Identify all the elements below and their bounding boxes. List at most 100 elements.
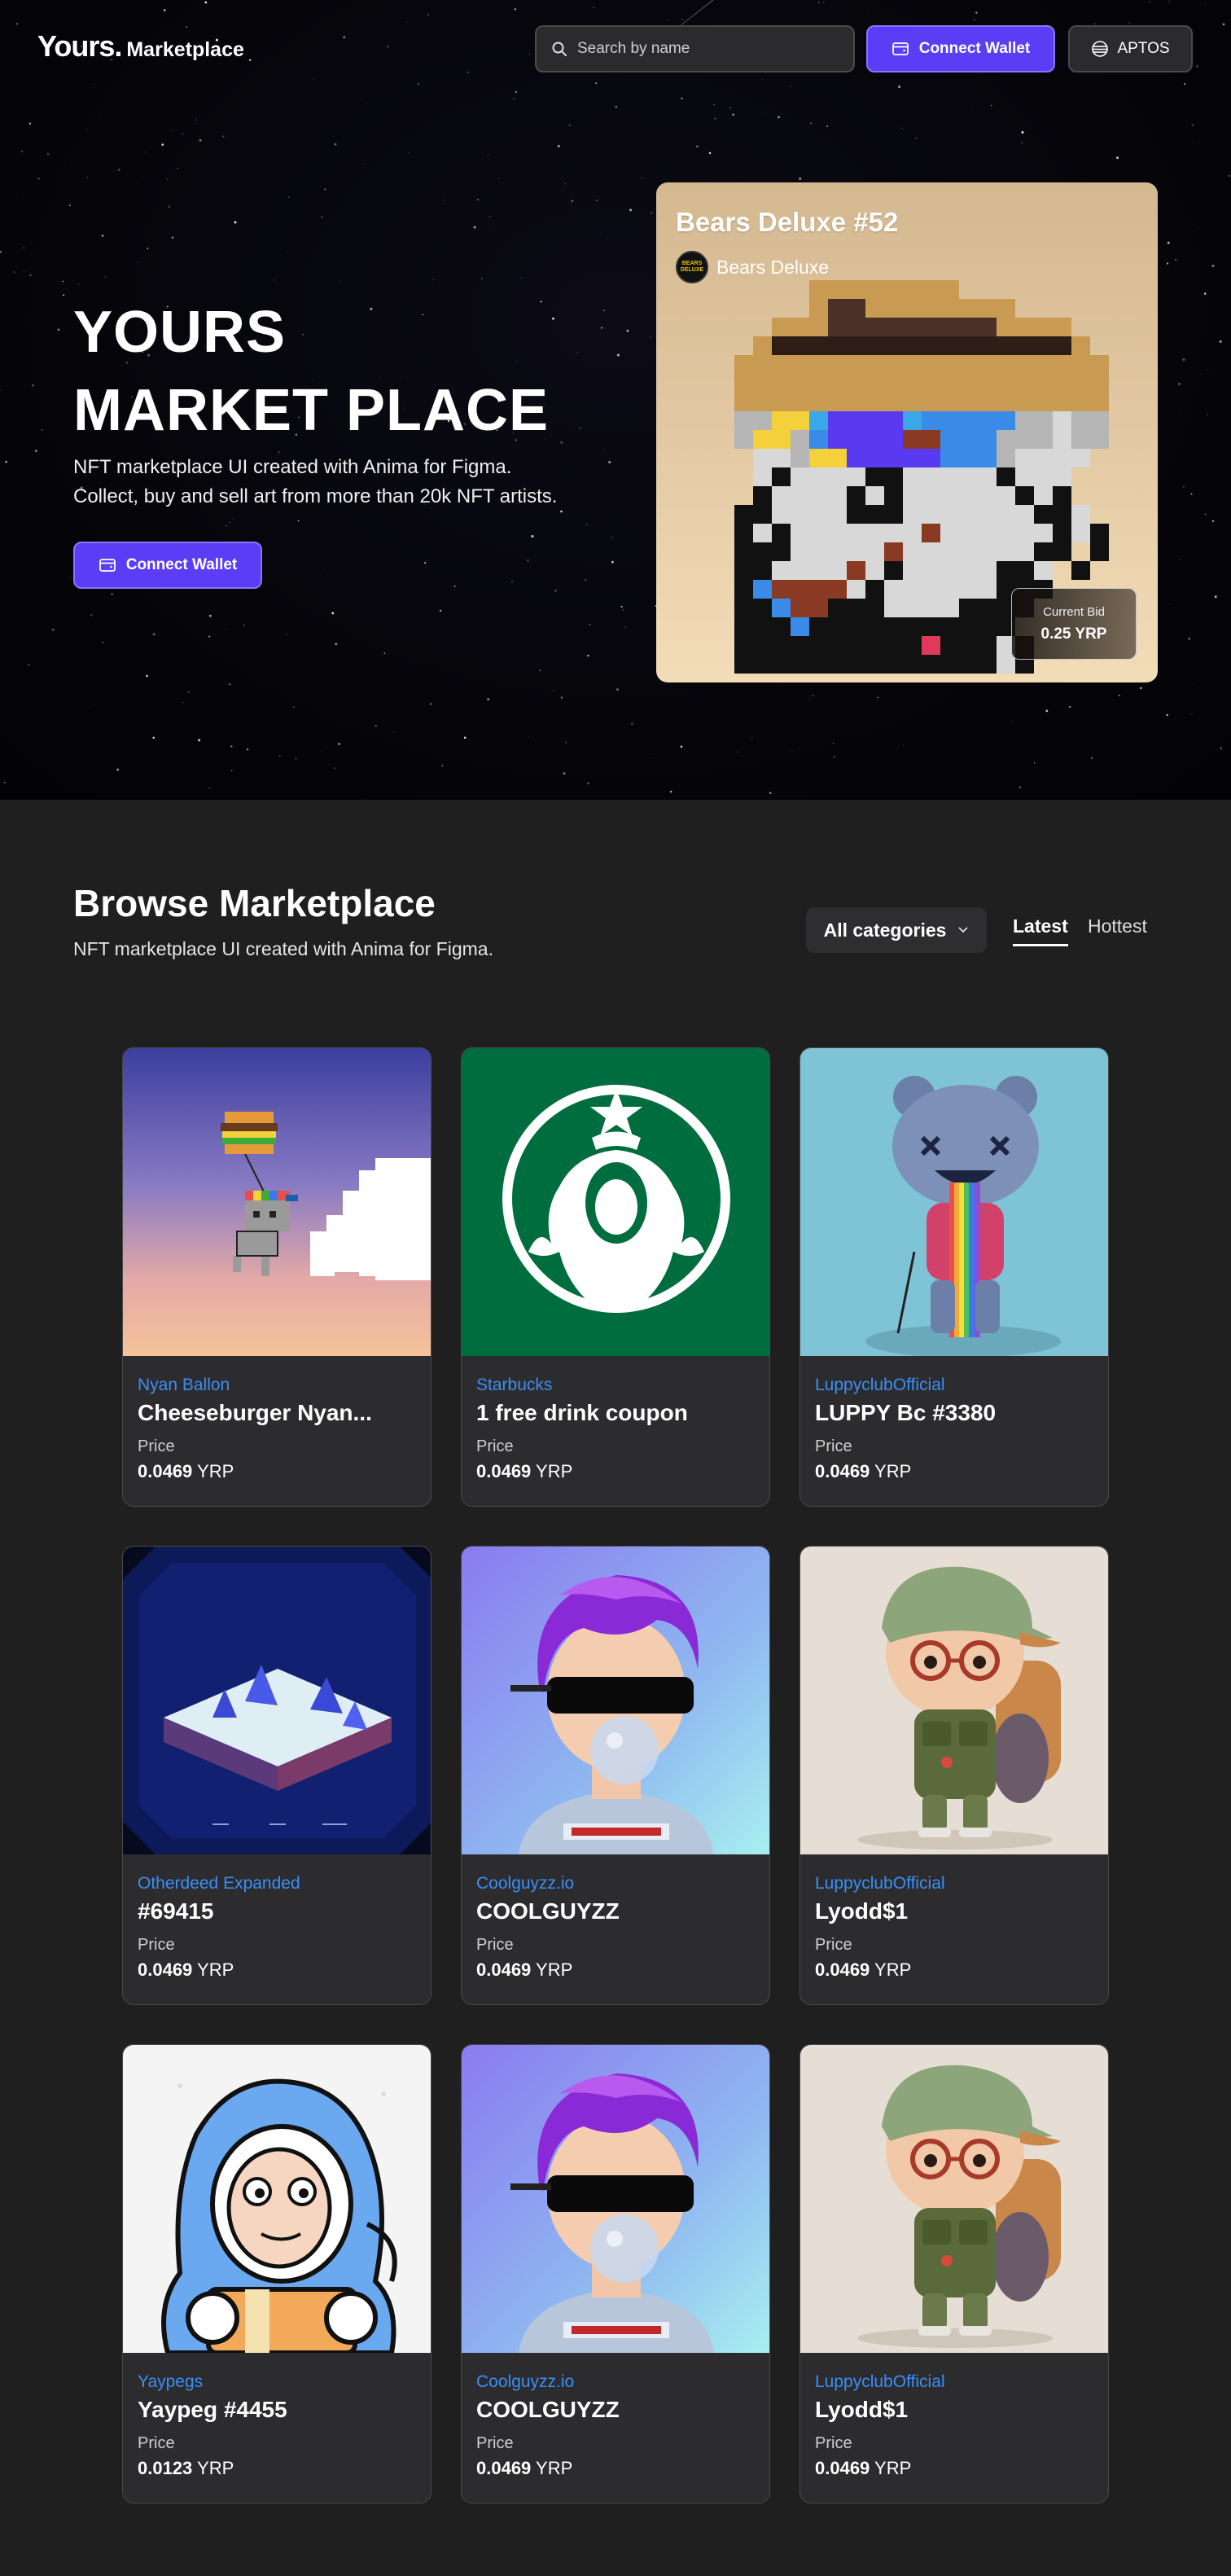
nft-price: 0.0469 YRP (815, 1461, 1093, 1482)
nft-price-label: Price (476, 1437, 514, 1455)
nft-collection-link[interactable]: Starbucks (476, 1376, 755, 1395)
nft-card[interactable]: Starbucks 1 free drink coupon Price 0.04… (461, 1047, 770, 1507)
nft-price-currency: YRP (197, 2458, 234, 2478)
current-bid-value: 0.25 YRP (1040, 625, 1107, 643)
wallet-icon (99, 559, 116, 572)
featured-nft-card[interactable]: Bears Deluxe #52 BEARS DELUXE Bears Delu… (656, 182, 1158, 682)
nft-info: LuppyclubOfficial Lyodd$1 Price 0.0469 Y… (800, 1854, 1108, 1981)
nft-price-value: 0.0469 (815, 1461, 870, 1481)
nft-price-label: Price (476, 2434, 514, 2452)
nft-price-value: 0.0469 (815, 2458, 870, 2478)
nft-price: 0.0469 YRP (815, 1959, 1093, 1981)
nft-image[interactable] (462, 2045, 769, 2353)
network-selector-button[interactable]: APTOS (1068, 25, 1193, 72)
nft-image[interactable] (123, 2045, 431, 2353)
hero-title-line-1: YOURS (73, 300, 287, 365)
nft-price-currency: YRP (874, 1461, 912, 1481)
nft-card[interactable]: LuppyclubOfficial LUPPY Bc #3380 Price 0… (799, 1047, 1109, 1507)
nft-grid: Nyan Ballon Cheeseburger Nyan... Price 0… (122, 1047, 1109, 2504)
nft-image[interactable] (123, 1048, 431, 1356)
nft-image[interactable] (462, 1547, 769, 1854)
search-input[interactable] (577, 40, 846, 58)
nft-price: 0.0123 YRP (138, 2458, 416, 2479)
nft-name: Lyodd$1 (815, 1898, 909, 1924)
nft-name: COOLGUYZZ (476, 2397, 620, 2422)
nft-collection-link[interactable]: LuppyclubOfficial (815, 2372, 1093, 2392)
nft-name: 1 free drink coupon (476, 1400, 688, 1425)
nft-card[interactable]: Nyan Ballon Cheeseburger Nyan... Price 0… (122, 1047, 432, 1507)
nft-image[interactable] (123, 1547, 431, 1854)
tab-latest[interactable]: Latest (1013, 915, 1068, 946)
logo-text: Marketplace (126, 38, 244, 61)
nft-price-value: 0.0469 (476, 1959, 532, 1980)
nft-collection-link[interactable]: LuppyclubOfficial (815, 1376, 1093, 1395)
nft-price: 0.0469 YRP (815, 2458, 1093, 2479)
nft-card[interactable]: LuppyclubOfficial Lyodd$1 Price 0.0469 Y… (799, 1546, 1109, 2005)
nft-name: LUPPY Bc #3380 (815, 1400, 997, 1425)
nft-info: Starbucks 1 free drink coupon Price 0.04… (462, 1356, 769, 1482)
nft-name: Lyodd$1 (815, 2397, 909, 2422)
connect-wallet-button[interactable]: Connect Wallet (866, 25, 1055, 72)
nft-price-value: 0.0469 (138, 1959, 193, 1980)
nft-price-currency: YRP (874, 1959, 912, 1980)
nft-price-currency: YRP (197, 1461, 234, 1481)
hero-subtitle-line-1: NFT marketplace UI created with Anima fo… (73, 456, 512, 478)
chevron-down-icon (958, 927, 969, 933)
nft-image[interactable] (462, 1048, 769, 1356)
owner-name: Bears Deluxe (716, 256, 830, 278)
nft-info: Otherdeed Expanded #69415 Price 0.0469 Y… (123, 1854, 431, 1981)
nft-price-currency: YRP (197, 1959, 234, 1980)
hero-section: Yours. Marketplace Connect Wallet APTOS … (0, 0, 1231, 800)
nft-collection-link[interactable]: Coolguyzz.io (476, 1874, 755, 1894)
nft-collection-link[interactable]: Otherdeed Expanded (138, 1874, 416, 1894)
nft-card[interactable]: Coolguyzz.io COOLGUYZZ Price 0.0469 YRP (461, 2044, 770, 2504)
nft-name: Yaypeg #4455 (138, 2397, 287, 2422)
nft-price: 0.0469 YRP (138, 1461, 416, 1482)
nft-price-value: 0.0469 (138, 1461, 193, 1481)
nft-price: 0.0469 YRP (138, 1959, 416, 1981)
search-bar[interactable] (535, 25, 855, 72)
nft-price-label: Price (815, 2434, 852, 2452)
featured-nft-owner[interactable]: BEARS DELUXE Bears Deluxe (676, 251, 829, 283)
nft-card[interactable]: Coolguyzz.io COOLGUYZZ Price 0.0469 YRP (461, 1546, 770, 2005)
logo[interactable]: Yours. Marketplace (37, 29, 244, 64)
nft-info: LuppyclubOfficial LUPPY Bc #3380 Price 0… (800, 1356, 1108, 1482)
tab-hottest[interactable]: Hottest (1088, 915, 1147, 937)
nft-price-currency: YRP (874, 2458, 912, 2478)
category-dropdown[interactable]: All categories (806, 907, 987, 953)
browse-title: Browse Marketplace (73, 882, 436, 924)
nft-collection-link[interactable]: Coolguyzz.io (476, 2372, 755, 2392)
nft-price-currency: YRP (536, 1461, 573, 1481)
nft-price-label: Price (138, 1437, 175, 1455)
nft-price-label: Price (815, 1437, 852, 1455)
nft-image[interactable] (800, 1547, 1108, 1854)
hero-connect-wallet-button[interactable]: Connect Wallet (73, 542, 262, 589)
network-label: APTOS (1117, 40, 1170, 57)
browse-section: Browse Marketplace NFT marketplace UI cr… (0, 800, 1231, 2576)
nft-collection-link[interactable]: Yaypegs (138, 2372, 416, 2392)
nft-price: 0.0469 YRP (476, 2458, 755, 2479)
current-bid-box: Current Bid 0.25 YRP (1011, 588, 1137, 660)
nft-card[interactable]: Otherdeed Expanded #69415 Price 0.0469 Y… (122, 1546, 432, 2005)
category-dropdown-label: All categories (823, 919, 947, 941)
nft-image[interactable] (800, 1048, 1108, 1356)
owner-avatar: BEARS DELUXE (676, 251, 708, 283)
hero-subtitle-line-2: Collect, buy and sell art from more than… (73, 485, 558, 507)
nft-info: Yaypegs Yaypeg #4455 Price 0.0123 YRP (123, 2353, 431, 2479)
nft-price: 0.0469 YRP (476, 1959, 755, 1981)
nft-price-value: 0.0123 (138, 2458, 193, 2478)
nft-price-currency: YRP (536, 2458, 573, 2478)
nft-price-label: Price (138, 1936, 175, 1954)
hero-connect-wallet-label: Connect Wallet (125, 556, 238, 573)
nft-info: Coolguyzz.io COOLGUYZZ Price 0.0469 YRP (462, 2353, 769, 2479)
nft-price-value: 0.0469 (476, 1461, 532, 1481)
search-icon (552, 42, 567, 56)
connect-wallet-label: Connect Wallet (918, 40, 1031, 57)
nft-card[interactable]: LuppyclubOfficial Lyodd$1 Price 0.0469 Y… (799, 2044, 1109, 2504)
nft-image[interactable] (800, 2045, 1108, 2353)
nft-info: Nyan Ballon Cheeseburger Nyan... Price 0… (123, 1356, 431, 1482)
nft-collection-link[interactable]: LuppyclubOfficial (815, 1874, 1093, 1894)
nft-collection-link[interactable]: Nyan Ballon (138, 1376, 416, 1395)
nft-card[interactable]: Yaypegs Yaypeg #4455 Price 0.0123 YRP (122, 2044, 432, 2504)
nft-price-label: Price (138, 2434, 175, 2452)
